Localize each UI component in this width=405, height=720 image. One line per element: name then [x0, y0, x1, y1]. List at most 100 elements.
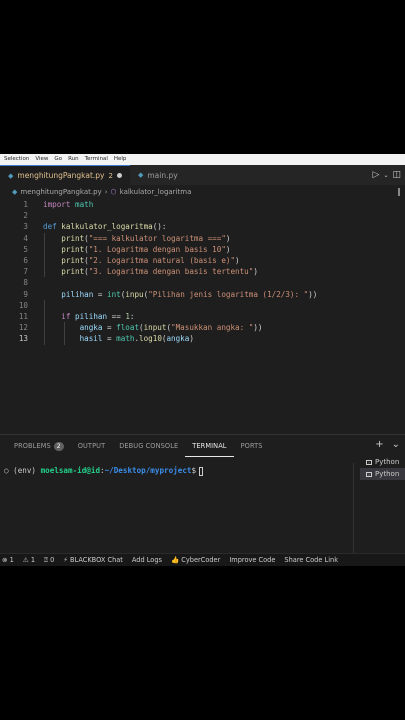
status-blackbox-chat[interactable]: ⚡ BLACKBOX Chat — [63, 556, 123, 564]
menu-bar: Selection View Go Run Terminal Help — [0, 154, 405, 165]
status-add-logs[interactable]: Add Logs — [132, 556, 162, 564]
tab-problems[interactable]: PROBLEMS 2 — [0, 435, 71, 457]
menu-view[interactable]: View — [35, 154, 48, 165]
editor-tab-bar: ◆ menghitungPangkat.py 2 ◆ main.py ▷ ⌄ ◫ — [0, 165, 405, 185]
status-cybercoder[interactable]: 👍 CyberCoder — [171, 556, 220, 564]
line-number: 5 — [23, 244, 28, 254]
python-file-icon: ◆ — [137, 171, 144, 179]
terminal-prompt: $ — [191, 466, 197, 475]
code-token: "1. Logaritma dengan basis 10" — [88, 244, 226, 254]
status-ports[interactable]: ⍰ 0 — [44, 556, 54, 565]
tab-ports[interactable]: PORTS — [234, 435, 270, 457]
menu-terminal[interactable]: Terminal — [85, 154, 108, 165]
tab-label: main.py — [147, 170, 178, 180]
code-line[interactable]: 6 print("2. Logaritma natural (basis e)"… — [0, 255, 405, 266]
tab-terminal[interactable]: TERMINAL — [185, 435, 234, 457]
panel-actions: + ⌄ — [375, 439, 400, 450]
code-token: : — [129, 311, 135, 321]
code-token: angka — [79, 323, 103, 333]
code-text: hasil = math.log10(angka) — [43, 333, 194, 344]
terminal-list: › Python › Python — [360, 456, 405, 480]
line-number: 7 — [23, 267, 28, 277]
code-line[interactable]: 13 hasil = math.log10(angka) — [0, 333, 405, 344]
menu-run[interactable]: Run — [68, 154, 79, 165]
terminal-user: moelsam-id@id — [40, 466, 101, 475]
code-text: angka = float(input("Masukkan angka: ")) — [43, 322, 263, 333]
function-symbol-icon: ⬡ — [110, 188, 117, 196]
code-token: ) — [253, 267, 258, 277]
chevron-down-icon[interactable]: ⌄ — [383, 172, 388, 179]
terminal-list-item[interactable]: › Python — [360, 456, 405, 468]
code-line[interactable]: 8 — [0, 277, 405, 288]
code-token: angka — [166, 334, 190, 344]
code-token: "Pilihan jenis logaritma (1/2/3): " — [148, 289, 309, 299]
status-bar: ⊗ 1 ⚠ 1 ⍰ 0 ⚡ BLACKBOX Chat Add Logs 👍 C… — [0, 553, 405, 566]
tab-label: menghitungPangkat.py — [17, 171, 105, 180]
code-token: int — [107, 289, 121, 299]
menu-go[interactable]: Go — [54, 154, 62, 165]
code-line[interactable]: 12 angka = float(input("Masukkan angka: … — [0, 322, 405, 333]
terminal-prefix: ○ (env) — [4, 466, 41, 475]
code-line[interactable]: 2 — [0, 210, 405, 221]
split-editor-icon[interactable]: ◫ — [392, 170, 401, 180]
tab-debug-console[interactable]: DEBUG CONSOLE — [112, 435, 185, 457]
code-text: def kalkulator_logaritma(): — [43, 221, 166, 232]
code-line[interactable]: 4 print("=== kalkulator logaritma ===") — [0, 233, 405, 244]
code-token: print — [61, 233, 85, 243]
breadcrumb-separator: › — [104, 188, 108, 196]
tab-debug-console-label: DEBUG CONSOLE — [119, 442, 179, 450]
code-line[interactable]: 5 print("1. Logaritma dengan basis 10") — [0, 244, 405, 255]
terminal-list-item[interactable]: › Python — [360, 468, 405, 480]
terminal-icon: › — [366, 459, 372, 465]
code-token: pilihan — [75, 311, 108, 321]
editor-actions: ▷ ⌄ ◫ — [373, 165, 405, 185]
line-number: 2 — [23, 211, 28, 221]
code-line[interactable]: 10 — [0, 300, 405, 311]
code-token: ) — [225, 244, 231, 254]
code-line[interactable]: 3 def kalkulator_logaritma(): — [0, 221, 405, 232]
chevron-down-icon[interactable]: ⌄ — [392, 439, 400, 450]
unsaved-dot-icon[interactable] — [116, 173, 122, 178]
code-token: print — [61, 267, 85, 277]
line-number: 13 — [18, 334, 28, 344]
code-token: ) — [235, 255, 240, 265]
play-icon[interactable]: ▷ — [373, 170, 380, 180]
code-token: math — [116, 334, 135, 344]
code-line[interactable]: 1 import math — [0, 199, 405, 210]
code-token: = — [93, 289, 108, 299]
status-improve-code[interactable]: Improve Code — [229, 556, 275, 564]
tab-output[interactable]: OUTPUT — [71, 435, 112, 457]
status-share-code-link[interactable]: Share Code Link — [284, 556, 338, 564]
code-token: = — [102, 323, 117, 333]
status-warnings[interactable]: ⚠ 1 — [23, 556, 35, 564]
minimap-slider[interactable] — [398, 188, 402, 196]
terminal-output[interactable]: ○ (env) moelsam-id@id:~/Desktop/myprojec… — [4, 466, 204, 476]
code-line[interactable]: 11 if pilihan == 1: — [0, 311, 405, 322]
code-token: pilihan — [61, 289, 94, 299]
code-line[interactable]: 7 print("3. Logaritma dengan basis terte… — [0, 266, 405, 277]
code-token: print — [61, 244, 85, 254]
breadcrumb-symbol[interactable]: kalkulator_logaritma — [120, 188, 192, 196]
code-line[interactable]: 9 pilihan = int(inpu("Pilihan jenis loga… — [0, 289, 405, 300]
tab-main[interactable]: ◆ main.py — [130, 165, 186, 185]
code-token: kalkulator_logaritma — [61, 222, 153, 232]
code-editor[interactable]: 1 import math 2 3 def kalkulator_logaritma()… — [0, 199, 405, 434]
code-token: "3. Logaritma dengan basis tertentu" — [88, 267, 254, 277]
code-token: "2. Logaritma natural (basis e)" — [88, 255, 236, 265]
new-terminal-icon[interactable]: + — [375, 439, 383, 450]
menu-selection[interactable]: Selection — [4, 154, 29, 165]
line-number: 9 — [23, 289, 28, 299]
status-errors[interactable]: ⊗ 1 — [2, 556, 14, 564]
terminal-list-divider — [353, 463, 354, 555]
terminal-path: ~/Desktop/myproject — [104, 466, 192, 475]
menu-help[interactable]: Help — [114, 154, 127, 165]
code-token: input — [143, 323, 167, 333]
panel-tabs: PROBLEMS 2 OUTPUT DEBUG CONSOLE TERMINAL… — [0, 435, 270, 457]
breadcrumb-file[interactable]: menghitungPangkat.py — [20, 188, 101, 196]
tab-menghitungpangkat[interactable]: ◆ menghitungPangkat.py 2 — [0, 165, 130, 185]
